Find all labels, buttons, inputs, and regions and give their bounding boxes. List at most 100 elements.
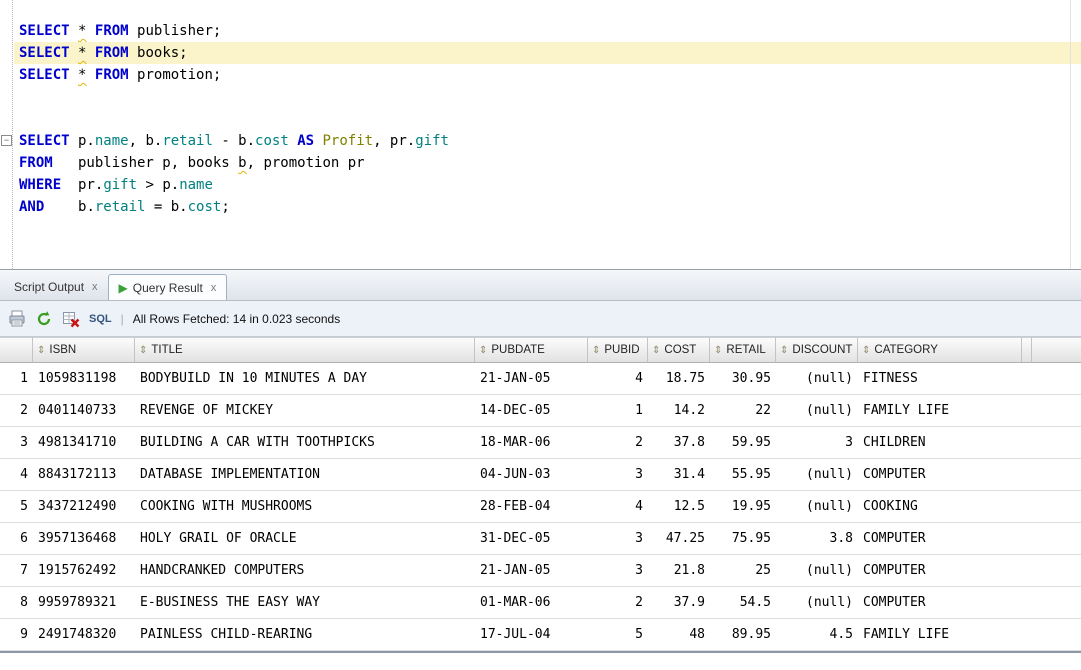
table-cell[interactable]: (null) (776, 459, 858, 490)
table-cell[interactable]: E-BUSINESS THE EASY WAY (135, 587, 475, 618)
table-cell[interactable]: 47.25 (648, 523, 710, 554)
table-row[interactable]: 6 3957136468 HOLY GRAIL OF ORACLE 31-DEC-05… (0, 523, 1081, 555)
sql-editor[interactable]: SELECT * FROM publisher; SELECT * FROM bo… (0, 0, 1081, 270)
table-cell[interactable]: COMPUTER (858, 523, 1022, 554)
table-cell[interactable]: COOKING WITH MUSHROOMS (135, 491, 475, 522)
table-cell[interactable]: PAINLESS CHILD-REARING (135, 619, 475, 650)
table-cell[interactable]: 4 (588, 491, 648, 522)
table-row[interactable]: 4 8843172113 DATABASE IMPLEMENTATION 04-JUN… (0, 459, 1081, 491)
table-cell[interactable]: 2 (588, 427, 648, 458)
sql-code-line[interactable]: SELECT * FROM publisher; (14, 20, 1081, 42)
table-cell[interactable]: 37.8 (648, 427, 710, 458)
table-cell[interactable]: 48 (648, 619, 710, 650)
table-cell[interactable]: COMPUTER (858, 555, 1022, 586)
table-cell[interactable]: (null) (776, 555, 858, 586)
row-number-cell[interactable]: 1 (0, 363, 33, 394)
sql-mode-label[interactable]: SQL (89, 313, 112, 325)
table-cell[interactable]: 17-JUL-04 (475, 619, 588, 650)
table-cell[interactable]: COMPUTER (858, 587, 1022, 618)
table-cell[interactable]: 19.95 (710, 491, 776, 522)
table-row[interactable]: 2 0401140733 REVENGE OF MICKEY 14-DEC-05 1 14… (0, 395, 1081, 427)
table-cell[interactable]: (null) (776, 363, 858, 394)
sql-code-line[interactable]: WHERE pr.gift > p.name (14, 174, 1081, 196)
row-number-cell[interactable]: 5 (0, 491, 33, 522)
table-cell[interactable]: 4981341710 (33, 427, 135, 458)
tab-script-output[interactable]: Script Output x (4, 274, 108, 300)
row-number-cell[interactable]: 7 (0, 555, 33, 586)
table-cell[interactable]: 3 (588, 555, 648, 586)
table-cell[interactable]: 1 (588, 395, 648, 426)
table-cell[interactable]: 14-DEC-05 (475, 395, 588, 426)
table-cell[interactable]: 59.95 (710, 427, 776, 458)
table-row[interactable]: 7 1915762492 HANDCRANKED COMPUTERS 21-JAN-0… (0, 555, 1081, 587)
table-cell[interactable]: 21-JAN-05 (475, 555, 588, 586)
table-cell[interactable]: 0401140733 (33, 395, 135, 426)
column-header-pubid[interactable]: ⇕ PUBID (588, 338, 648, 362)
table-cell[interactable]: BUILDING A CAR WITH TOOTHPICKS (135, 427, 475, 458)
table-row[interactable]: 8 9959789321 E-BUSINESS THE EASY WAY 01-MAR… (0, 587, 1081, 619)
column-header-category[interactable]: ⇕ CATEGORY (858, 338, 1022, 362)
row-number-cell[interactable]: 3 (0, 427, 33, 458)
table-cell[interactable]: (null) (776, 491, 858, 522)
table-row[interactable]: 3 4981341710 BUILDING A CAR WITH TOOTHPICK… (0, 427, 1081, 459)
table-row[interactable]: 9 2491748320 PAINLESS CHILD-REARING 17-JUL-… (0, 619, 1081, 651)
table-cell[interactable]: 31.4 (648, 459, 710, 490)
table-cell[interactable]: 4 (588, 363, 648, 394)
table-cell[interactable]: 31-DEC-05 (475, 523, 588, 554)
table-cell[interactable]: 18.75 (648, 363, 710, 394)
table-cell[interactable]: 28-FEB-04 (475, 491, 588, 522)
table-cell[interactable]: HOLY GRAIL OF ORACLE (135, 523, 475, 554)
table-cell[interactable]: 5 (588, 619, 648, 650)
table-cell[interactable]: DATABASE IMPLEMENTATION (135, 459, 475, 490)
table-cell[interactable]: 21-JAN-05 (475, 363, 588, 394)
sql-code-line[interactable] (14, 86, 1081, 108)
column-header-retail[interactable]: ⇕ RETAIL (710, 338, 776, 362)
print-icon[interactable] (8, 310, 26, 328)
table-row[interactable]: 1 1059831198 BODYBUILD IN 10 MINUTES A DAY… (0, 363, 1081, 395)
table-cell[interactable]: 1059831198 (33, 363, 135, 394)
sql-code-line[interactable] (14, 108, 1081, 130)
sql-code-line[interactable]: SELECT * FROM promotion; (14, 64, 1081, 86)
refresh-icon[interactable] (35, 310, 53, 328)
table-cell[interactable]: 25 (710, 555, 776, 586)
close-icon[interactable]: x (92, 281, 98, 293)
sql-code-line[interactable]: − SELECT p.name, b.retail - b.cost AS Pro… (1, 130, 1081, 152)
table-cell[interactable]: FAMILY LIFE (858, 619, 1022, 650)
table-cell[interactable]: 3 (588, 459, 648, 490)
table-cell[interactable]: 3 (588, 523, 648, 554)
table-cell[interactable]: (null) (776, 587, 858, 618)
table-cell[interactable]: FITNESS (858, 363, 1022, 394)
table-cell[interactable]: 3 (776, 427, 858, 458)
table-cell[interactable]: 01-MAR-06 (475, 587, 588, 618)
table-cell[interactable]: 89.95 (710, 619, 776, 650)
table-cell[interactable]: FAMILY LIFE (858, 395, 1022, 426)
table-cell[interactable]: 75.95 (710, 523, 776, 554)
close-icon[interactable]: x (211, 282, 217, 294)
table-cell[interactable]: COOKING (858, 491, 1022, 522)
table-cell[interactable]: 18-MAR-06 (475, 427, 588, 458)
column-header-cost[interactable]: ⇕ COST (648, 338, 710, 362)
table-cell[interactable]: 30.95 (710, 363, 776, 394)
table-cell[interactable]: 55.95 (710, 459, 776, 490)
row-number-cell[interactable]: 8 (0, 587, 33, 618)
table-cell[interactable]: BODYBUILD IN 10 MINUTES A DAY (135, 363, 475, 394)
table-cell[interactable]: 54.5 (710, 587, 776, 618)
table-cell[interactable]: REVENGE OF MICKEY (135, 395, 475, 426)
sql-code-line[interactable]: AND b.retail = b.cost; (14, 196, 1081, 218)
table-row[interactable]: 5 3437212490 COOKING WITH MUSHROOMS 28-FEB-… (0, 491, 1081, 523)
table-cell[interactable]: 37.9 (648, 587, 710, 618)
row-number-cell[interactable]: 6 (0, 523, 33, 554)
table-cell[interactable]: 21.8 (648, 555, 710, 586)
sql-code-line[interactable]: FROM publisher p, books b, promotion pr (14, 152, 1081, 174)
code-fold-collapse-icon[interactable]: − (1, 135, 12, 146)
table-cell[interactable]: 9959789321 (33, 587, 135, 618)
table-cell[interactable]: 2 (588, 587, 648, 618)
row-number-cell[interactable]: 9 (0, 619, 33, 650)
tab-query-result[interactable]: ▶ Query Result x (107, 274, 228, 300)
table-cell[interactable]: 3957136468 (33, 523, 135, 554)
table-cell[interactable]: 8843172113 (33, 459, 135, 490)
table-cell[interactable]: 12.5 (648, 491, 710, 522)
row-number-cell[interactable]: 2 (0, 395, 33, 426)
table-cell[interactable]: (null) (776, 395, 858, 426)
table-cell[interactable]: HANDCRANKED COMPUTERS (135, 555, 475, 586)
